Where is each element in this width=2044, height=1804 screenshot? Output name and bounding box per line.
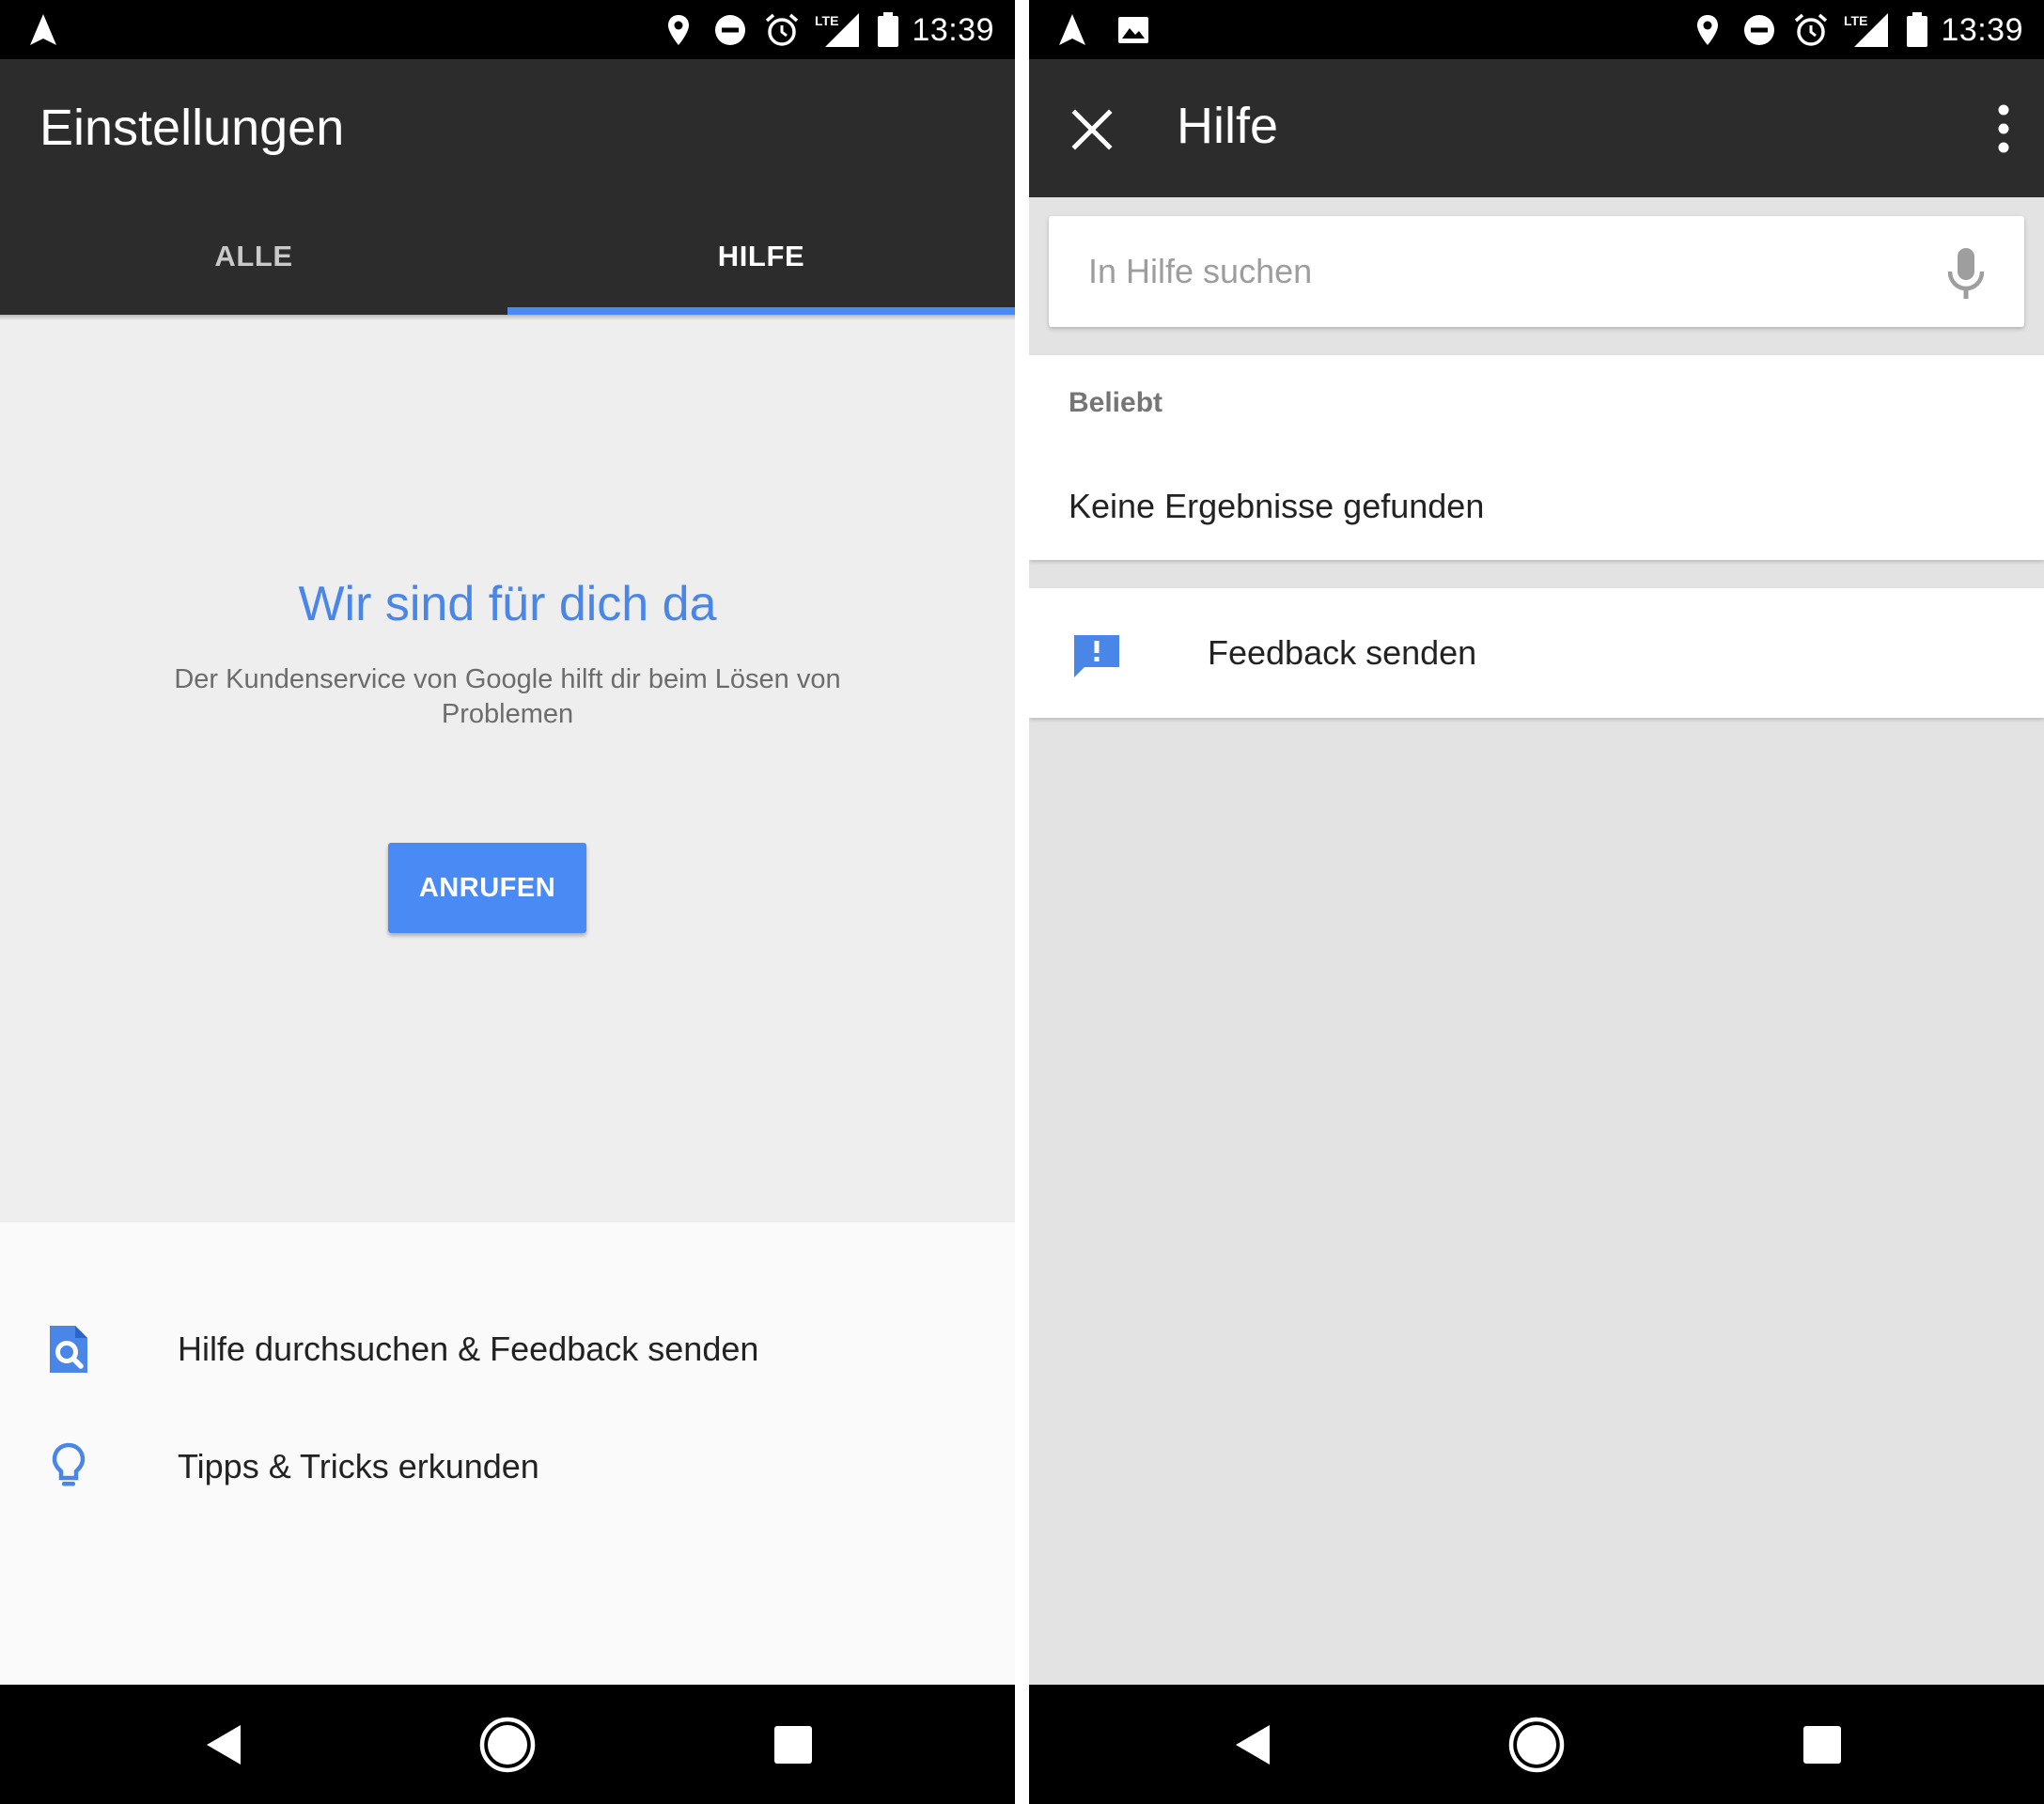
more-vert-icon[interactable] <box>1989 102 2018 155</box>
battery-icon <box>878 12 898 47</box>
recents-icon[interactable] <box>759 1711 827 1779</box>
section-heading: Beliebt <box>1069 387 1163 418</box>
status-time: 13:39 <box>1941 12 2023 48</box>
search-bar <box>1049 216 2024 327</box>
tab-alle[interactable]: ALLE <box>0 228 507 315</box>
popular-section: Beliebt Keine Ergebnisse gefunden <box>1029 355 2044 560</box>
mic-icon[interactable] <box>1942 244 1990 304</box>
settings-screen: LTE 13:39 Einstellungen ALLE HILFE Wir s… <box>0 0 1015 1804</box>
search-help-icon <box>50 1326 87 1373</box>
status-bar: LTE 13:39 <box>1029 0 2044 59</box>
feedback-label: Feedback senden <box>1208 633 1477 672</box>
do-not-disturb-icon <box>1744 15 1774 45</box>
call-button[interactable]: ANRUFEN <box>388 843 586 933</box>
battery-icon <box>1907 12 1927 47</box>
location-icon <box>668 15 689 45</box>
list-item-tips[interactable]: Tipps & Tricks erkunden <box>0 1415 1015 1518</box>
tab-hilfe[interactable]: HILFE <box>507 228 1015 315</box>
list-item-label: Hilfe durchsuchen & Feedback senden <box>178 1330 759 1368</box>
location-icon <box>1697 15 1718 45</box>
close-icon[interactable] <box>1069 106 1116 153</box>
navigation-bar <box>1029 1685 2044 1804</box>
list-item-search-help[interactable]: Hilfe durchsuchen & Feedback senden <box>0 1298 1015 1401</box>
navigation-icon <box>1059 14 1085 45</box>
tab-indicator <box>507 307 1015 315</box>
page-title: Hilfe <box>1177 98 1279 154</box>
home-icon[interactable] <box>474 1711 541 1779</box>
hero-title: Wir sind für dich da <box>298 577 717 631</box>
page-title: Einstellungen <box>39 100 345 156</box>
navigation-icon <box>30 14 56 45</box>
navigation-bar <box>0 1685 1015 1804</box>
app-bar: Hilfe <box>1029 59 2044 197</box>
svg-text:LTE: LTE <box>815 13 838 28</box>
help-screen: LTE 13:39 Hilfe Beliebt Keine Ergebnisse… <box>1029 0 2044 1804</box>
lte-signal-icon: LTE <box>815 13 859 47</box>
alarm-icon <box>765 13 799 46</box>
lte-signal-icon: LTE <box>1844 13 1888 47</box>
feedback-icon <box>1074 635 1119 677</box>
status-bar: LTE 13:39 <box>0 0 1015 59</box>
recents-icon[interactable] <box>1788 1711 1856 1779</box>
alarm-icon <box>1794 13 1828 46</box>
list-item-label: Tipps & Tricks erkunden <box>178 1447 539 1485</box>
app-bar: Einstellungen ALLE HILFE <box>0 59 1015 315</box>
help-list: Hilfe durchsuchen & Feedback senden Tipp… <box>0 1222 1015 1685</box>
status-time: 13:39 <box>912 12 994 48</box>
back-icon[interactable] <box>188 1711 256 1779</box>
svg-text:LTE: LTE <box>1844 13 1867 28</box>
home-icon[interactable] <box>1503 1711 1570 1779</box>
lightbulb-icon <box>52 1442 86 1486</box>
back-icon[interactable] <box>1217 1711 1285 1779</box>
search-input[interactable] <box>1088 216 1915 327</box>
empty-results-text: Keine Ergebnisse gefunden <box>1069 487 1485 525</box>
support-hero: Wir sind für dich da Der Kundenservice v… <box>0 320 1015 1222</box>
image-notification-icon <box>1118 17 1148 43</box>
feedback-item[interactable]: Feedback senden <box>1029 588 2044 718</box>
do-not-disturb-icon <box>715 15 745 45</box>
hero-subtitle: Der Kundenservice von Google hilft dir b… <box>174 664 841 729</box>
